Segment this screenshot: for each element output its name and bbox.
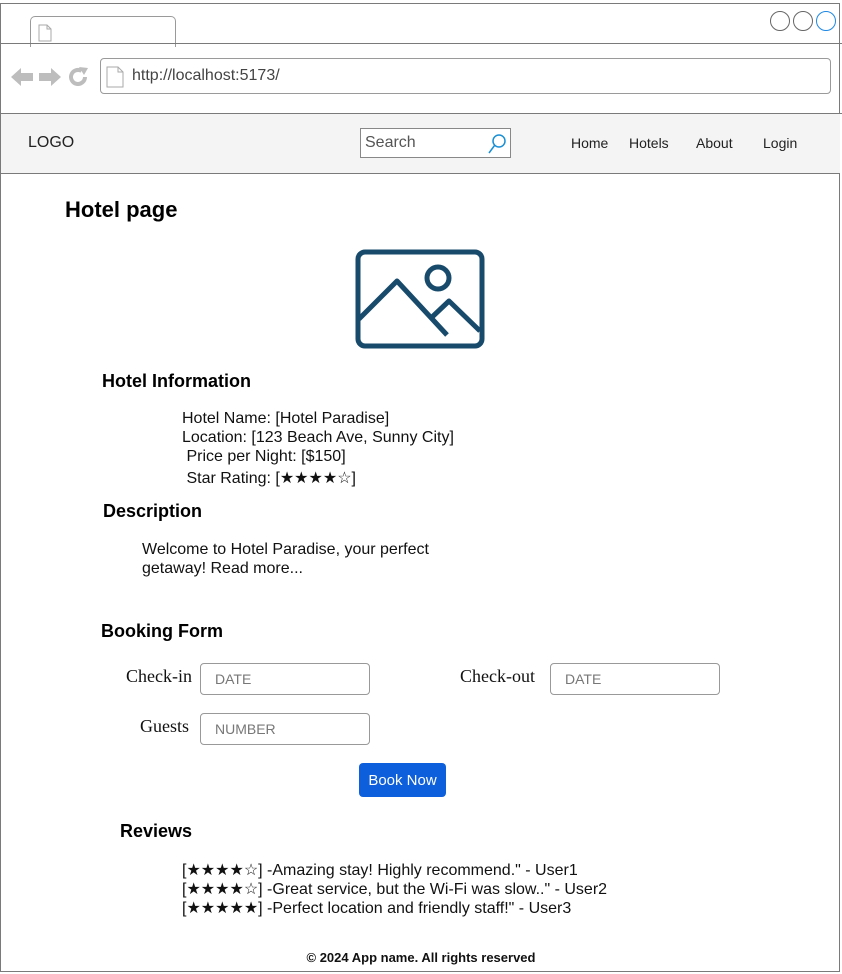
search-icon[interactable]: [487, 133, 507, 155]
tab-strip: [0, 3, 842, 47]
nav-link-about[interactable]: About: [696, 135, 733, 151]
hotel-name: Hotel Name: [Hotel Paradise]: [182, 410, 390, 427]
hotel-location: Location: [123 Beach Ave, Sunny City]: [182, 429, 454, 446]
hotel-rating: Star Rating: [★★★★☆]: [182, 470, 356, 487]
search-input[interactable]: [365, 132, 483, 154]
description-text: Welcome to Hotel Paradise, your perfect …: [142, 541, 429, 577]
checkin-input[interactable]: [200, 663, 370, 695]
description-heading: Description: [103, 501, 203, 521]
image-placeholder-icon: [355, 249, 485, 349]
nav-link-login[interactable]: Login: [763, 135, 797, 151]
close-button[interactable]: [816, 11, 836, 31]
checkin-label: Check-in: [126, 666, 192, 686]
page-title: Hotel page: [65, 197, 178, 222]
page-icon: [106, 66, 124, 88]
maximize-button[interactable]: [793, 11, 813, 31]
hotel-price: Price per Night: [$150]: [182, 448, 346, 465]
guests-input[interactable]: [200, 713, 370, 745]
divider: [0, 43, 842, 44]
guests-label: Guests: [140, 716, 189, 736]
footer-text: © 2024 App name. All rights reserved: [306, 950, 536, 965]
book-now-button[interactable]: Book Now: [359, 763, 446, 797]
reload-icon[interactable]: [66, 65, 90, 89]
nav-link-home[interactable]: Home: [571, 135, 608, 151]
review-item: [★★★★★] -Perfect location and friendly s…: [182, 900, 572, 917]
logo: LOGO: [28, 134, 75, 151]
booking-form-heading: Booking Form: [101, 621, 223, 641]
url-text: http://localhost:5173/: [132, 67, 280, 84]
review-item: [★★★★☆] -Amazing stay! Highly recommend.…: [182, 862, 578, 879]
browser-nav-controls: [10, 65, 90, 89]
forward-arrow-icon[interactable]: [38, 66, 62, 88]
nav-link-hotels[interactable]: Hotels: [629, 135, 669, 151]
review-item: [★★★★☆] -Great service, but the Wi-Fi wa…: [182, 881, 608, 898]
search-box: [360, 128, 511, 158]
site-navbar: LOGO Home Hotels About Login: [1, 114, 840, 174]
back-arrow-icon[interactable]: [10, 66, 34, 88]
address-bar[interactable]: http://localhost:5173/: [100, 58, 831, 94]
window-controls: [770, 11, 836, 31]
reviews-heading: Reviews: [120, 821, 193, 841]
minimize-button[interactable]: [770, 11, 790, 31]
document-icon: [38, 24, 52, 42]
checkout-label: Check-out: [460, 666, 535, 686]
hotel-info-heading: Hotel Information: [102, 371, 251, 391]
checkout-input[interactable]: [550, 663, 720, 695]
